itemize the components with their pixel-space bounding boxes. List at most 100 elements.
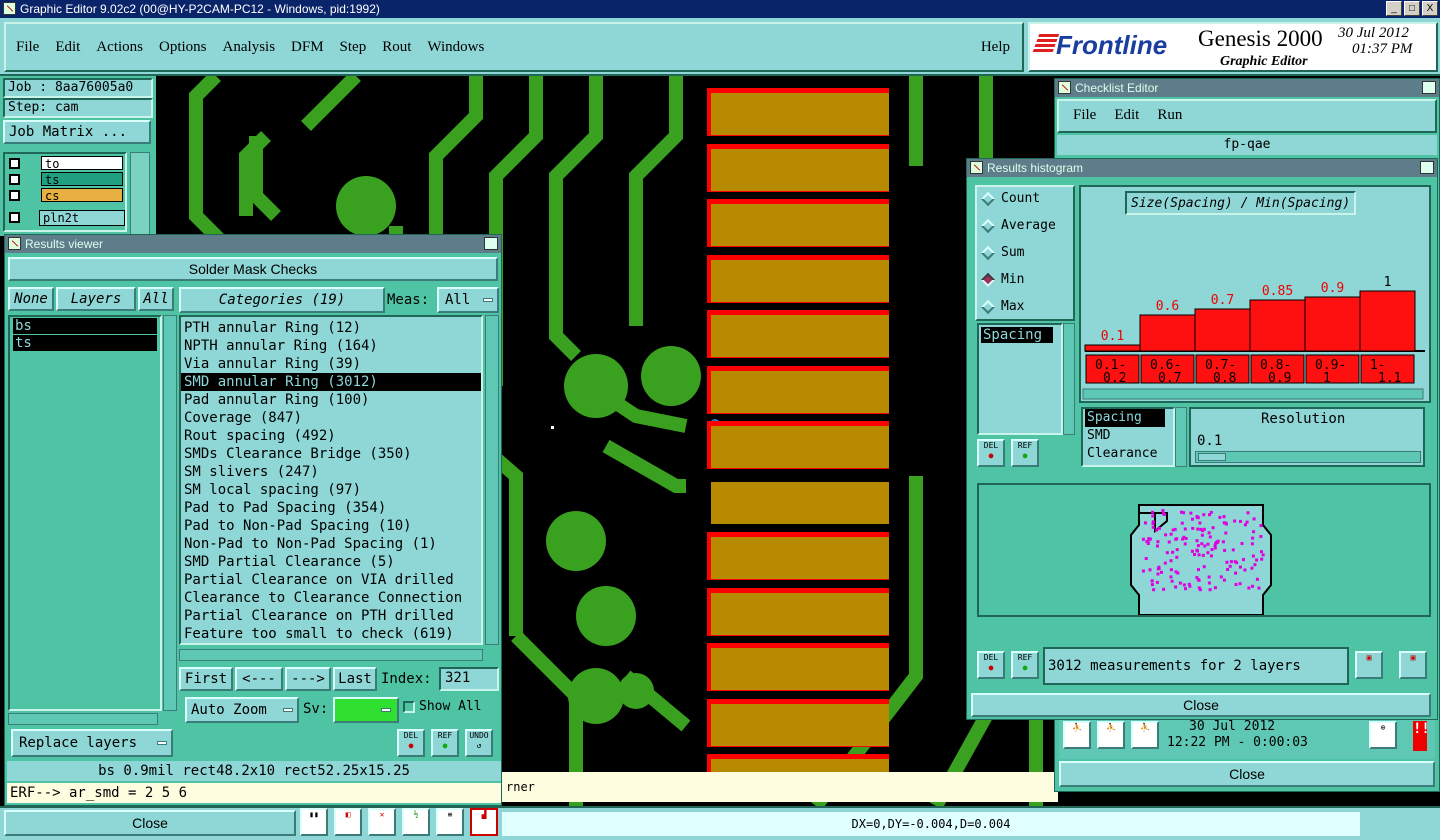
preview-ref-button[interactable]: REF ● bbox=[1011, 651, 1039, 679]
category-item[interactable]: NPTH annular Ring (164) bbox=[181, 337, 481, 355]
menu-dfm[interactable]: DFM bbox=[291, 39, 324, 55]
category-hscroll[interactable] bbox=[179, 649, 483, 661]
measure-item[interactable]: Spacing bbox=[981, 327, 1053, 343]
hist-bar[interactable] bbox=[1304, 296, 1361, 352]
hist-bar[interactable] bbox=[1139, 314, 1196, 352]
job-matrix-button[interactable]: Job Matrix ... bbox=[3, 120, 151, 144]
mode-radio-sum[interactable]: Sum bbox=[980, 245, 1024, 260]
meas-dropdown[interactable]: All bbox=[437, 287, 499, 313]
mode-radio-average[interactable]: Average bbox=[980, 218, 1056, 233]
checklist-close-button[interactable]: Close bbox=[1059, 761, 1435, 787]
ref-button[interactable]: REF ● bbox=[431, 729, 459, 757]
smd-pad[interactable] bbox=[711, 648, 889, 690]
attribute-item[interactable]: SMD bbox=[1085, 427, 1171, 445]
run-all-icon[interactable]: ⛹ bbox=[1131, 721, 1159, 749]
results-layer-item[interactable]: bs bbox=[13, 318, 157, 334]
run-step-icon[interactable]: ⛹ bbox=[1097, 721, 1125, 749]
auto-zoom-dropdown[interactable]: Auto Zoom bbox=[185, 697, 299, 723]
first-button[interactable]: First bbox=[179, 667, 233, 691]
smd-pad[interactable] bbox=[711, 259, 889, 302]
category-item[interactable]: SMD Partial Clearance (5) bbox=[181, 553, 481, 571]
layer-row[interactable]: cs bbox=[5, 188, 125, 204]
histogram-icon[interactable]: ▟ bbox=[470, 808, 498, 836]
tool-icon-2[interactable]: ◧ bbox=[334, 808, 362, 836]
hist-bar[interactable] bbox=[1249, 299, 1306, 352]
next-button[interactable]: ---> bbox=[285, 667, 331, 691]
measure-list-scroll[interactable] bbox=[1063, 323, 1075, 435]
menu-analysis[interactable]: Analysis bbox=[223, 39, 276, 55]
smd-pad[interactable] bbox=[711, 592, 889, 635]
hist-bar[interactable] bbox=[1084, 344, 1141, 352]
category-item[interactable]: SM local spacing (97) bbox=[181, 481, 481, 499]
category-item[interactable]: SM slivers (247) bbox=[181, 463, 481, 481]
layer-checkbox[interactable] bbox=[9, 190, 20, 201]
menu-help[interactable]: Help bbox=[981, 39, 1010, 56]
checklist-menu-file[interactable]: File bbox=[1073, 107, 1096, 123]
menu-rout[interactable]: Rout bbox=[382, 39, 411, 55]
histogram-close-icon[interactable]: ✕ bbox=[1420, 161, 1434, 174]
smd-pad[interactable] bbox=[711, 703, 889, 746]
category-item[interactable]: Partial Clearance on PTH drilled bbox=[181, 607, 481, 625]
board-preview[interactable] bbox=[977, 483, 1431, 617]
layer-checkbox[interactable] bbox=[9, 212, 20, 223]
menu-edit[interactable]: Edit bbox=[55, 39, 80, 55]
zoom-icon[interactable]: ⊕ bbox=[1369, 721, 1397, 749]
smd-pad[interactable] bbox=[711, 370, 889, 413]
histogram-close-button[interactable]: Close bbox=[971, 693, 1431, 717]
category-item[interactable]: Non-Pad to Non-Pad Spacing (1) bbox=[181, 535, 481, 553]
zoom-to-fit-icon[interactable]: ▣ bbox=[1355, 651, 1383, 679]
smd-pad[interactable] bbox=[711, 204, 889, 246]
tool-icon-1[interactable]: ▮▮ bbox=[300, 808, 328, 836]
replace-layers-dropdown[interactable]: Replace layers bbox=[11, 729, 173, 757]
index-input[interactable]: 321 bbox=[439, 667, 499, 691]
results-viewer-close-icon[interactable]: ✕ bbox=[484, 237, 498, 250]
ref-cancel-icon[interactable]: ✕ bbox=[368, 808, 396, 836]
hist-ref-button[interactable]: REF ● bbox=[1011, 439, 1039, 467]
category-item[interactable]: SMDs Clearance Bridge (350) bbox=[181, 445, 481, 463]
layer-checkbox[interactable] bbox=[9, 174, 20, 185]
attribute-list-scroll[interactable] bbox=[1175, 407, 1187, 467]
category-item[interactable]: Partial Clearance on VIA drilled bbox=[181, 571, 481, 589]
smd-pad[interactable] bbox=[711, 481, 889, 524]
category-item[interactable]: Feature too small to check (619) bbox=[181, 625, 481, 643]
resolution-slider-thumb[interactable] bbox=[1198, 453, 1226, 461]
menu-actions[interactable]: Actions bbox=[96, 39, 143, 55]
sv-color-dropdown[interactable] bbox=[333, 697, 399, 723]
attribute-item[interactable]: Clearance bbox=[1085, 445, 1171, 463]
maximize-button[interactable]: □ bbox=[1404, 1, 1420, 16]
menu-windows[interactable]: Windows bbox=[427, 39, 484, 55]
command-line[interactable]: ERF--> ar_smd = 2 5 6 bbox=[7, 783, 501, 803]
window-close-button[interactable]: X bbox=[1422, 1, 1438, 16]
category-item[interactable]: SMD annular Ring (3012) bbox=[181, 373, 481, 391]
layers-none-button[interactable]: None bbox=[8, 287, 54, 311]
menu-step[interactable]: Step bbox=[340, 39, 367, 55]
menu-file[interactable]: File bbox=[16, 39, 39, 55]
hist-bar[interactable] bbox=[1194, 308, 1251, 352]
prev-button[interactable]: <--- bbox=[235, 667, 283, 691]
smd-pad[interactable] bbox=[711, 93, 889, 135]
layer-row[interactable]: to bbox=[5, 156, 125, 172]
results-layer-item[interactable]: ts bbox=[13, 335, 157, 351]
smd-pad[interactable] bbox=[711, 426, 889, 468]
category-item[interactable]: Coverage (847) bbox=[181, 409, 481, 427]
del-button[interactable]: DEL ● bbox=[397, 729, 425, 757]
preview-del-button[interactable]: DEL ● bbox=[977, 651, 1005, 679]
notes-icon[interactable]: ≡ bbox=[436, 808, 464, 836]
category-item[interactable]: Via annular Ring (39) bbox=[181, 355, 481, 373]
category-item[interactable]: Pad to Non-Pad Spacing (10) bbox=[181, 517, 481, 535]
category-item[interactable]: Rout spacing (492) bbox=[181, 427, 481, 445]
smd-pad[interactable] bbox=[711, 148, 889, 191]
category-item[interactable]: Pad to Pad Spacing (354) bbox=[181, 499, 481, 517]
category-item[interactable]: Clearance to Clearance Connection bbox=[181, 589, 481, 607]
layer-checkbox[interactable] bbox=[9, 158, 20, 169]
smd-pad[interactable] bbox=[711, 537, 889, 579]
menu-options[interactable]: Options bbox=[159, 39, 207, 55]
hist-del-button[interactable]: DEL ● bbox=[977, 439, 1005, 467]
category-item[interactable]: Pad annular Ring (100) bbox=[181, 391, 481, 409]
mode-radio-max[interactable]: Max bbox=[980, 299, 1024, 314]
checklist-close-icon[interactable]: ✕ bbox=[1422, 81, 1436, 94]
mode-radio-min[interactable]: Min bbox=[980, 272, 1024, 287]
attribute-item[interactable]: Spacing bbox=[1085, 409, 1165, 427]
minimize-button[interactable]: _ bbox=[1386, 1, 1402, 16]
resolution-slider[interactable] bbox=[1195, 451, 1421, 463]
